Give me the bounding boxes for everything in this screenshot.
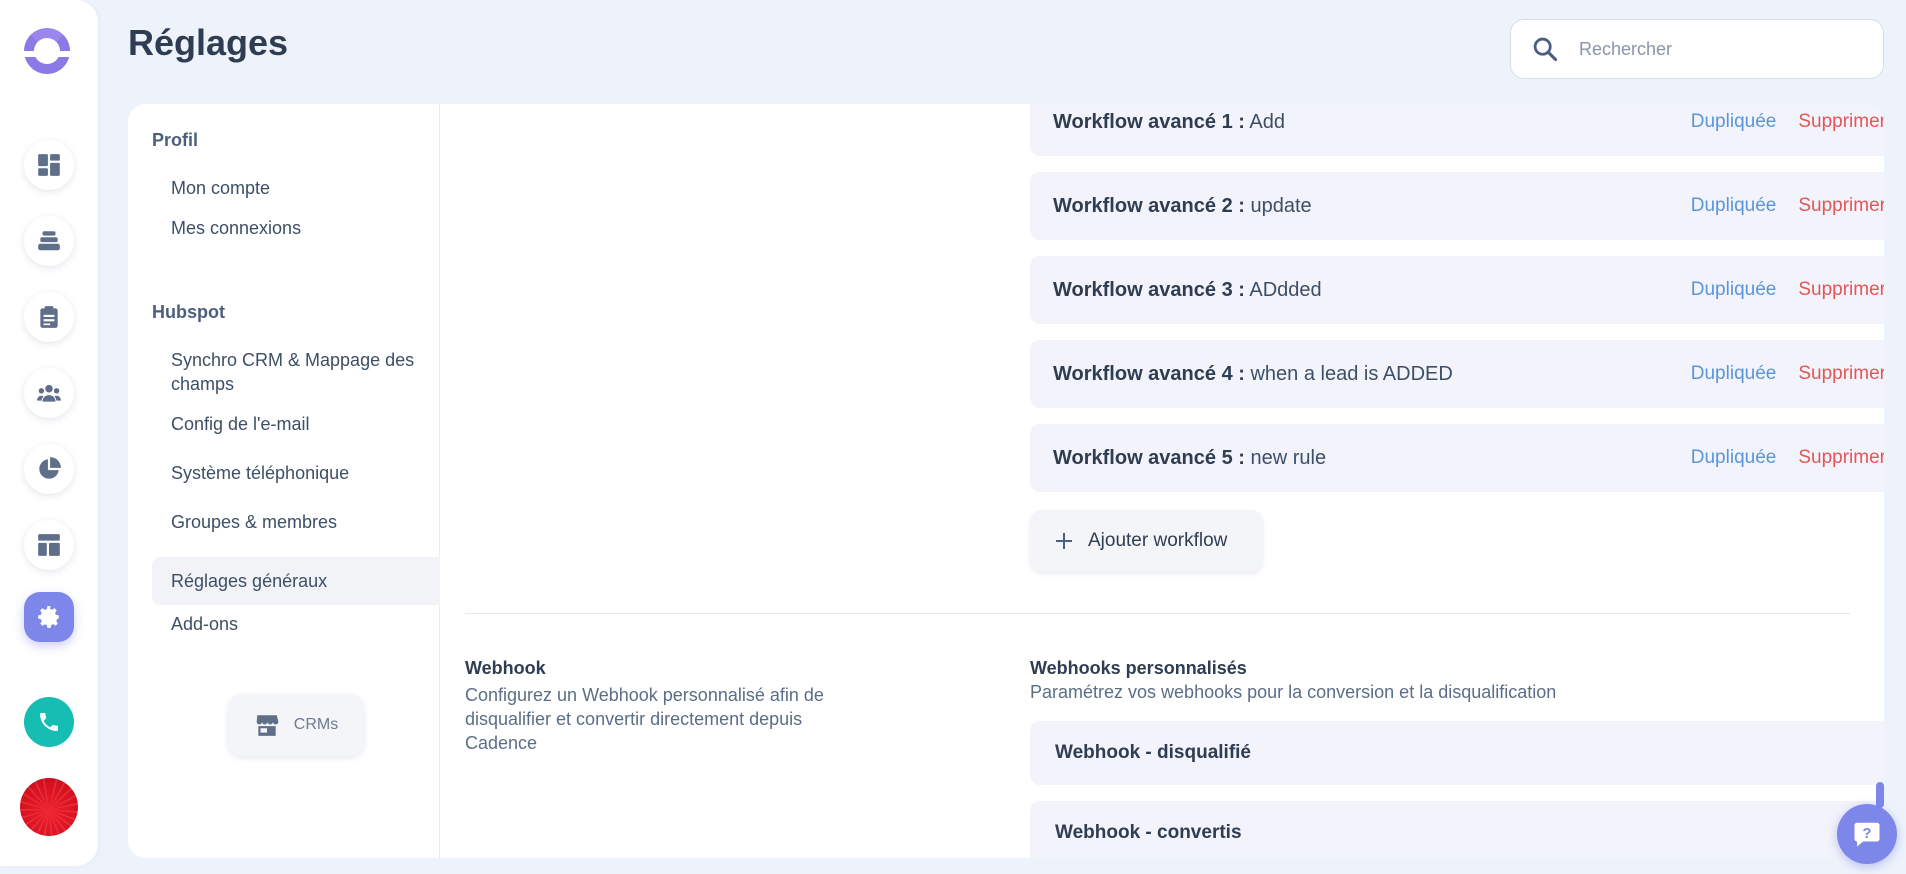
stack-icon[interactable] bbox=[24, 216, 74, 266]
settings-card: Profil Mon compte Mes connexions Hubspot… bbox=[128, 104, 1884, 858]
section-divider bbox=[465, 613, 1850, 614]
nav-section-profil: Profil bbox=[152, 130, 199, 150]
add-workflow-button[interactable]: Ajouter workflow bbox=[1030, 510, 1263, 572]
crms-button[interactable]: CRMs bbox=[228, 694, 364, 756]
duplicate-link[interactable]: Dupliquée bbox=[1691, 195, 1777, 217]
plus-icon bbox=[1056, 533, 1072, 549]
duplicate-link[interactable]: Dupliquée bbox=[1691, 447, 1777, 469]
delete-link[interactable]: Supprimer bbox=[1798, 279, 1884, 301]
duplicate-link[interactable]: Dupliquée bbox=[1691, 279, 1777, 301]
workflow-row-4: Workflow avancé 4 : when a lead is ADDED… bbox=[1030, 340, 1884, 408]
settings-content: Workflow avancé 1 : Add Dupliquée Suppri… bbox=[440, 104, 1884, 858]
search-bar[interactable] bbox=[1510, 19, 1884, 79]
search-input[interactable] bbox=[1579, 38, 1859, 60]
duplicate-link[interactable]: Dupliquée bbox=[1691, 363, 1777, 385]
workflow-prefix: Workflow avancé 3 : bbox=[1053, 278, 1245, 301]
webhook-label: Webhook - convertis bbox=[1055, 822, 1242, 843]
question-icon: ? bbox=[1854, 822, 1880, 847]
page-title: Réglages bbox=[128, 22, 289, 63]
delete-link[interactable]: Supprimer bbox=[1798, 195, 1884, 217]
delete-link[interactable]: Supprimer bbox=[1798, 363, 1884, 385]
webhook-title: Webhook bbox=[465, 658, 546, 678]
nav-item-mon-compte[interactable]: Mon compte bbox=[152, 166, 440, 210]
app-sidebar bbox=[0, 0, 98, 866]
workflow-name: Add bbox=[1249, 110, 1285, 133]
add-workflow-label: Ajouter workflow bbox=[1088, 530, 1228, 551]
workflow-name: new rule bbox=[1250, 446, 1327, 469]
clipboard-icon[interactable] bbox=[24, 292, 74, 342]
app-logo[interactable] bbox=[22, 28, 72, 74]
workflow-row-1: Workflow avancé 1 : Add Dupliquée Suppri… bbox=[1030, 104, 1884, 156]
nav-item-add-ons[interactable]: Add-ons bbox=[152, 602, 440, 646]
nav-item-groupes-membres[interactable]: Groupes & membres bbox=[152, 500, 440, 544]
nav-item-mes-connexions[interactable]: Mes connexions bbox=[152, 206, 440, 250]
workflow-name: when a lead is ADDED bbox=[1250, 362, 1453, 385]
webhook-label: Webhook - disqualifié bbox=[1055, 742, 1251, 763]
custom-webhooks-description: Paramétrez vos webhooks pour la conversi… bbox=[1030, 682, 1557, 702]
webhook-description: Configurez un Webhook personnalisé afin … bbox=[465, 685, 824, 753]
workflow-prefix: Workflow avancé 4 : bbox=[1053, 362, 1245, 385]
workflow-prefix: Workflow avancé 1 : bbox=[1053, 110, 1245, 133]
workflow-name: ADdded bbox=[1249, 278, 1322, 301]
nav-item-config-email[interactable]: Config de l'e-mail bbox=[152, 402, 440, 446]
webhook-row-convertis[interactable]: Webhook - convertis bbox=[1030, 801, 1884, 858]
gear-icon[interactable] bbox=[24, 592, 74, 642]
workflow-row-2: Workflow avancé 2 : update Dupliquée Sup… bbox=[1030, 172, 1884, 240]
dashboard-icon[interactable] bbox=[24, 140, 74, 190]
workflow-prefix: Workflow avancé 5 : bbox=[1053, 446, 1245, 469]
delete-link[interactable]: Supprimer bbox=[1798, 447, 1884, 469]
nav-section-hubspot: Hubspot bbox=[152, 302, 225, 322]
settings-nav: Profil Mon compte Mes connexions Hubspot… bbox=[128, 104, 440, 858]
nav-item-reglages-generaux[interactable]: Réglages généraux bbox=[152, 557, 440, 605]
nav-item-synchro-crm[interactable]: Synchro CRM & Mappage des champs bbox=[152, 338, 440, 406]
workflow-prefix: Workflow avancé 2 : bbox=[1053, 194, 1245, 217]
help-tab bbox=[1876, 782, 1884, 808]
layout-icon[interactable] bbox=[24, 520, 74, 570]
crms-label: CRMs bbox=[293, 716, 339, 733]
phone-icon[interactable] bbox=[24, 697, 74, 747]
search-icon bbox=[1533, 37, 1558, 62]
store-icon bbox=[256, 715, 279, 736]
nav-item-systeme-telephonique[interactable]: Système téléphonique bbox=[152, 451, 440, 495]
delete-link[interactable]: Supprimer bbox=[1798, 111, 1884, 133]
custom-webhooks-title: Webhooks personnalisés bbox=[1030, 658, 1247, 678]
user-avatar[interactable] bbox=[20, 778, 78, 836]
workflow-row-3: Workflow avancé 3 : ADdded Dupliquée Sup… bbox=[1030, 256, 1884, 324]
help-button[interactable]: ? bbox=[1837, 804, 1897, 864]
svg-text:?: ? bbox=[1862, 825, 1871, 842]
workflow-row-5: Workflow avancé 5 : new rule Dupliquée S… bbox=[1030, 424, 1884, 492]
webhook-row-disqualifie[interactable]: Webhook - disqualifié bbox=[1030, 721, 1884, 785]
team-icon[interactable] bbox=[24, 368, 74, 418]
duplicate-link[interactable]: Dupliquée bbox=[1691, 111, 1777, 133]
pie-chart-icon[interactable] bbox=[24, 444, 74, 494]
workflow-name: update bbox=[1250, 194, 1312, 217]
